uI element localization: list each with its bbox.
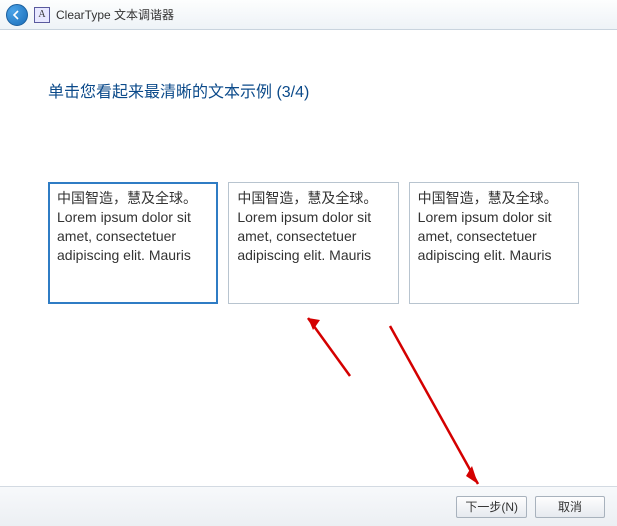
sample-en-text: Lorem ipsum dolor sit amet, consectetuer…: [237, 208, 389, 265]
back-button[interactable]: [6, 4, 28, 26]
arrow-left-icon: [12, 10, 22, 20]
page-heading: 单击您看起来最清晰的文本示例 (3/4): [48, 78, 579, 102]
text-sample-2[interactable]: 中国智造，慧及全球。 Lorem ipsum dolor sit amet, c…: [228, 182, 398, 304]
sample-en-text: Lorem ipsum dolor sit amet, consectetuer…: [57, 208, 209, 265]
sample-cn-text: 中国智造，慧及全球。: [418, 189, 570, 208]
sample-cn-text: 中国智造，慧及全球。: [57, 189, 209, 208]
content-area: 单击您看起来最清晰的文本示例 (3/4) 中国智造，慧及全球。 Lorem ip…: [0, 30, 617, 304]
sample-en-text: Lorem ipsum dolor sit amet, consectetuer…: [418, 208, 570, 265]
app-icon-letter: A: [38, 9, 45, 20]
sample-row: 中国智造，慧及全球。 Lorem ipsum dolor sit amet, c…: [48, 182, 579, 304]
annotation-arrow-icon: [380, 316, 500, 496]
titlebar: A ClearType 文本调谐器: [0, 0, 617, 30]
next-button[interactable]: 下一步(N): [456, 496, 527, 518]
sample-cn-text: 中国智造，慧及全球。: [237, 189, 389, 208]
text-sample-1[interactable]: 中国智造，慧及全球。 Lorem ipsum dolor sit amet, c…: [48, 182, 218, 304]
text-sample-3[interactable]: 中国智造，慧及全球。 Lorem ipsum dolor sit amet, c…: [409, 182, 579, 304]
annotation-arrow-icon: [296, 306, 366, 386]
cancel-button[interactable]: 取消: [535, 496, 605, 518]
footer-bar: 下一步(N) 取消: [0, 486, 617, 526]
app-icon: A: [34, 7, 50, 23]
window-title: ClearType 文本调谐器: [56, 6, 174, 23]
